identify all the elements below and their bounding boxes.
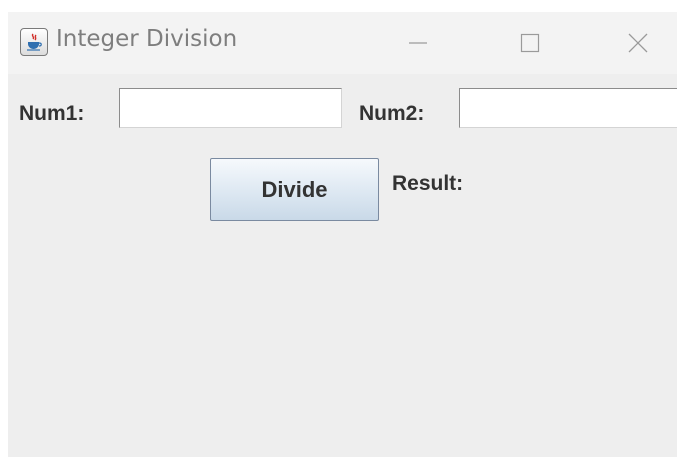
- num1-label: Num1:: [19, 102, 85, 125]
- divide-button[interactable]: Divide: [210, 158, 379, 221]
- result-label: Result:: [392, 172, 464, 195]
- maximize-icon: [520, 33, 540, 53]
- num2-input[interactable]: [459, 88, 677, 128]
- close-icon: [628, 33, 648, 53]
- title-bar[interactable]: Integer Division: [8, 12, 677, 74]
- division-form: Num1: Num2: Divide Result:: [8, 74, 677, 457]
- maximize-button[interactable]: [500, 12, 560, 74]
- window-title: Integer Division: [56, 26, 238, 52]
- app-window: Integer Division Num1: Num2: Divide Resu…: [8, 12, 677, 457]
- close-button[interactable]: [608, 12, 668, 74]
- java-coffee-icon[interactable]: [20, 28, 48, 56]
- num1-input[interactable]: [119, 88, 342, 128]
- minimize-icon: [409, 42, 427, 44]
- minimize-button[interactable]: [388, 12, 448, 74]
- num2-label: Num2:: [359, 102, 425, 125]
